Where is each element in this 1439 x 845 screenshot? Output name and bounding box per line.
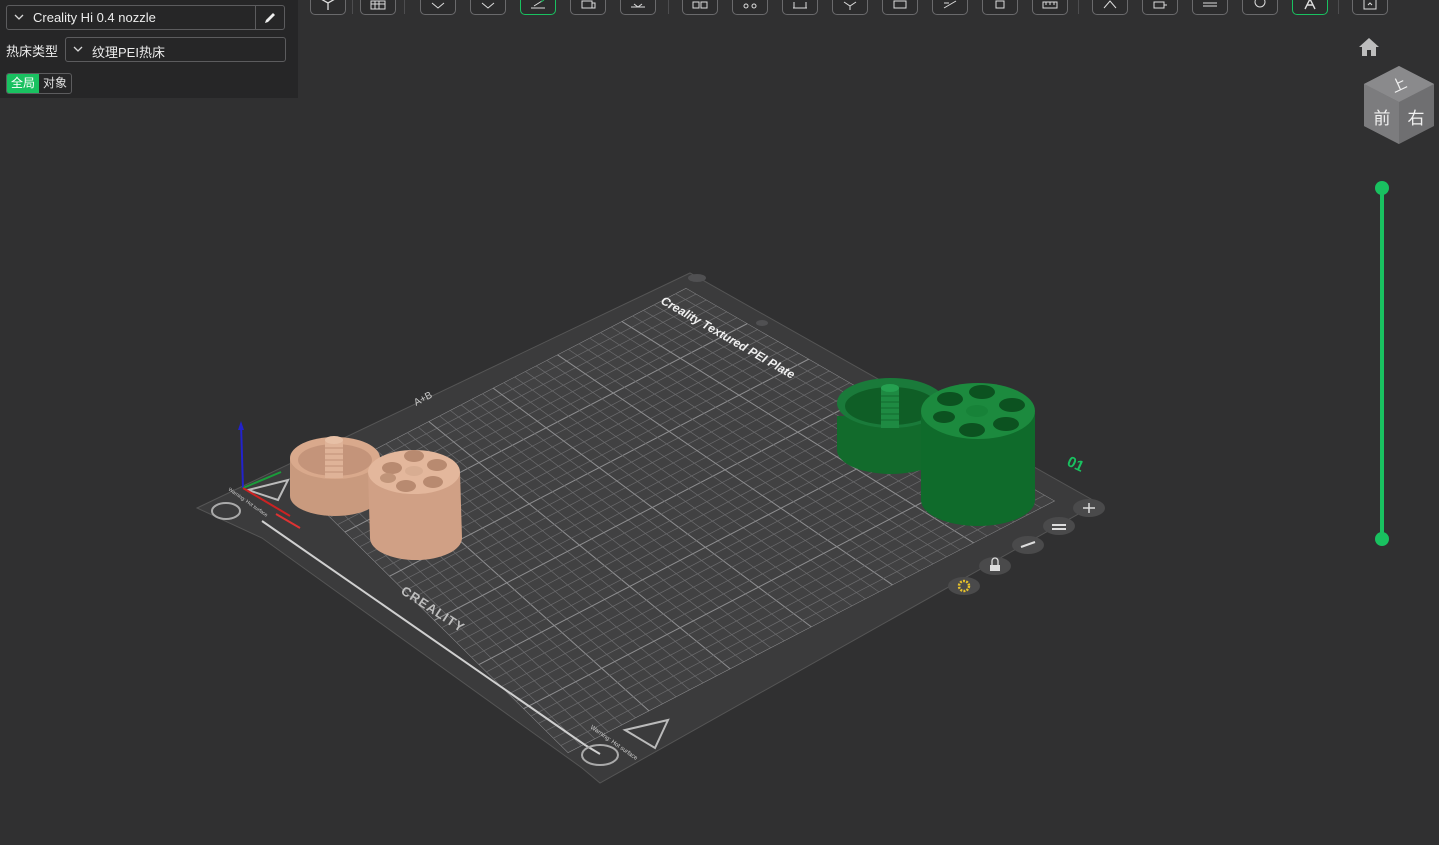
- edit-printer-button[interactable]: [255, 6, 284, 29]
- cut-icon[interactable]: [1032, 0, 1068, 15]
- tan-container-model[interactable]: [368, 450, 462, 560]
- layer-slider-top-thumb[interactable]: [1375, 181, 1389, 195]
- plate-number: 01: [1064, 453, 1086, 475]
- 3d-viewport[interactable]: Creality Textured PEI Plate CREALITY A+B…: [0, 28, 1439, 845]
- text-icon[interactable]: [1142, 0, 1178, 15]
- pencil-icon: [265, 12, 275, 23]
- support-icon[interactable]: [982, 0, 1018, 15]
- top-toolbar: [300, 0, 1439, 28]
- export-icon[interactable]: [1352, 0, 1388, 15]
- add-cube-icon[interactable]: [310, 0, 346, 15]
- paint-icon[interactable]: [882, 0, 918, 15]
- plate-settings-button[interactable]: [948, 577, 980, 595]
- grid-arrange-icon[interactable]: [360, 0, 396, 15]
- printer-name: Creality Hi 0.4 nozzle: [33, 10, 156, 25]
- layer-slider[interactable]: [1374, 181, 1390, 547]
- plate-lock-button[interactable]: [979, 557, 1011, 575]
- plate-add-button[interactable]: [1073, 499, 1105, 517]
- plate-orient-button[interactable]: [1012, 536, 1044, 554]
- shell-icon[interactable]: [832, 0, 868, 15]
- viewcube-front[interactable]: 前: [1374, 109, 1391, 129]
- objects-icon[interactable]: [682, 0, 718, 15]
- printer-select[interactable]: Creality Hi 0.4 nozzle: [6, 5, 285, 30]
- measure-icon[interactable]: [782, 0, 818, 15]
- green-container-model[interactable]: [921, 383, 1035, 526]
- seam-icon[interactable]: [932, 0, 968, 15]
- arrange-icon[interactable]: [570, 0, 606, 15]
- tan-cap-model[interactable]: [290, 436, 380, 516]
- layer-slider-track[interactable]: [1380, 188, 1384, 539]
- brim-ear-icon[interactable]: [1292, 0, 1328, 15]
- view-cube[interactable]: 上 前 右: [1360, 64, 1438, 146]
- home-icon[interactable]: [1357, 36, 1381, 58]
- lay-flat-icon[interactable]: [470, 0, 506, 15]
- plate-arrange-button[interactable]: [1043, 517, 1075, 535]
- slice-plate-icon[interactable]: [620, 0, 656, 15]
- chevron-down-icon: [14, 14, 24, 20]
- assembly-icon[interactable]: [1242, 0, 1278, 15]
- settings-icon[interactable]: [732, 0, 768, 15]
- layer-slider-bottom-thumb[interactable]: [1375, 532, 1389, 546]
- auto-orient-icon[interactable]: [520, 0, 556, 15]
- viewcube-right[interactable]: 右: [1408, 109, 1425, 129]
- emboss-icon[interactable]: [1192, 0, 1228, 15]
- variable-layer-icon[interactable]: [1092, 0, 1128, 15]
- split-icon[interactable]: [420, 0, 456, 15]
